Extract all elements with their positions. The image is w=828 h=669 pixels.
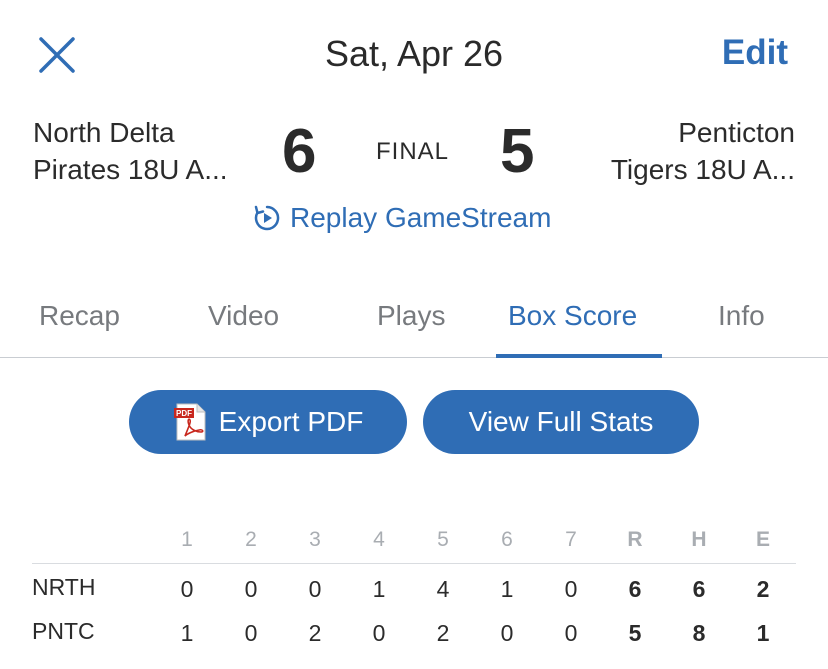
table-row: PNTC 1 0 2 0 2 0 0 5 8 1 bbox=[32, 608, 796, 652]
hits-header: H bbox=[691, 528, 707, 551]
inning-header: 6 bbox=[501, 528, 513, 551]
scoreboard: North Delta Pirates 18U A... 6 FINAL 5 P… bbox=[0, 110, 828, 250]
replay-gamestream-link[interactable]: Replay GameStream bbox=[252, 202, 551, 234]
inning-header: 2 bbox=[245, 528, 257, 551]
tab-bar: Recap Video Plays Box Score Info bbox=[0, 278, 828, 358]
away-team-line2: Tigers 18U A... bbox=[610, 154, 795, 185]
inning-score: 0 bbox=[180, 576, 194, 602]
errors-total: 1 bbox=[756, 620, 770, 646]
inning-score: 1 bbox=[180, 620, 194, 646]
inning-header: 4 bbox=[373, 528, 385, 551]
tab-plays[interactable]: Plays bbox=[377, 300, 445, 332]
tab-info[interactable]: Info bbox=[718, 300, 765, 332]
inning-score: 0 bbox=[564, 576, 578, 602]
away-team-line1: Penticton bbox=[678, 117, 795, 148]
top-bar: Sat, Apr 26 Edit bbox=[0, 0, 828, 110]
inning-score: 2 bbox=[436, 620, 450, 646]
action-buttons: PDF Export PDF View Full Stats bbox=[0, 390, 828, 456]
inning-score: 2 bbox=[308, 620, 322, 646]
errors-total: 2 bbox=[756, 576, 770, 602]
inning-score: 0 bbox=[500, 620, 514, 646]
replay-label: Replay GameStream bbox=[290, 202, 552, 233]
inning-score: 0 bbox=[308, 576, 322, 602]
runs-total: 5 bbox=[628, 620, 642, 646]
team-abbrev: NRTH bbox=[32, 574, 96, 600]
tab-box-score[interactable]: Box Score bbox=[508, 300, 637, 332]
inning-score: 0 bbox=[244, 620, 258, 646]
hits-total: 8 bbox=[692, 620, 706, 646]
inning-score: 0 bbox=[372, 620, 386, 646]
away-score: 5 bbox=[500, 117, 535, 186]
export-pdf-label: Export PDF bbox=[218, 406, 364, 437]
page-title: Sat, Apr 26 bbox=[324, 33, 504, 74]
hits-total: 6 bbox=[692, 576, 706, 602]
runs-total: 6 bbox=[628, 576, 642, 602]
view-full-stats-button[interactable]: View Full Stats bbox=[423, 390, 699, 454]
inning-header: 7 bbox=[565, 528, 577, 551]
home-score: 6 bbox=[282, 117, 317, 186]
line-score-table: 1 2 3 4 5 6 7 R H E NRTH 0 0 0 1 4 1 0 6… bbox=[32, 520, 796, 652]
svg-text:PDF: PDF bbox=[176, 409, 192, 418]
inning-score: 0 bbox=[244, 576, 258, 602]
inning-score: 4 bbox=[436, 576, 450, 602]
tab-video[interactable]: Video bbox=[208, 300, 279, 332]
inning-score: 1 bbox=[372, 576, 386, 602]
line-score-header: 1 2 3 4 5 6 7 R H E bbox=[32, 520, 796, 564]
inning-score: 1 bbox=[500, 576, 514, 602]
edit-button[interactable]: Edit bbox=[722, 33, 788, 73]
home-team-line1: North Delta bbox=[33, 117, 175, 148]
runs-header: R bbox=[627, 528, 643, 551]
team-abbrev: PNTC bbox=[32, 618, 95, 644]
inning-header: 5 bbox=[437, 528, 449, 551]
table-row: NRTH 0 0 0 1 4 1 0 6 6 2 bbox=[32, 564, 796, 608]
export-pdf-button[interactable]: PDF Export PDF bbox=[129, 390, 407, 454]
errors-header: E bbox=[755, 528, 770, 551]
active-tab-indicator bbox=[496, 354, 662, 358]
away-team-name[interactable]: Penticton Tigers 18U A... bbox=[611, 114, 795, 188]
inning-score: 0 bbox=[564, 620, 578, 646]
tab-recap[interactable]: Recap bbox=[39, 300, 120, 332]
inning-header: 1 bbox=[181, 528, 193, 551]
home-team-name[interactable]: North Delta Pirates 18U A... bbox=[33, 114, 228, 188]
game-status: FINAL bbox=[376, 138, 450, 165]
home-team-line2: Pirates 18U A... bbox=[33, 154, 228, 185]
pdf-icon: PDF bbox=[173, 403, 206, 441]
replay-icon bbox=[254, 205, 280, 231]
inning-header: 3 bbox=[309, 528, 321, 551]
